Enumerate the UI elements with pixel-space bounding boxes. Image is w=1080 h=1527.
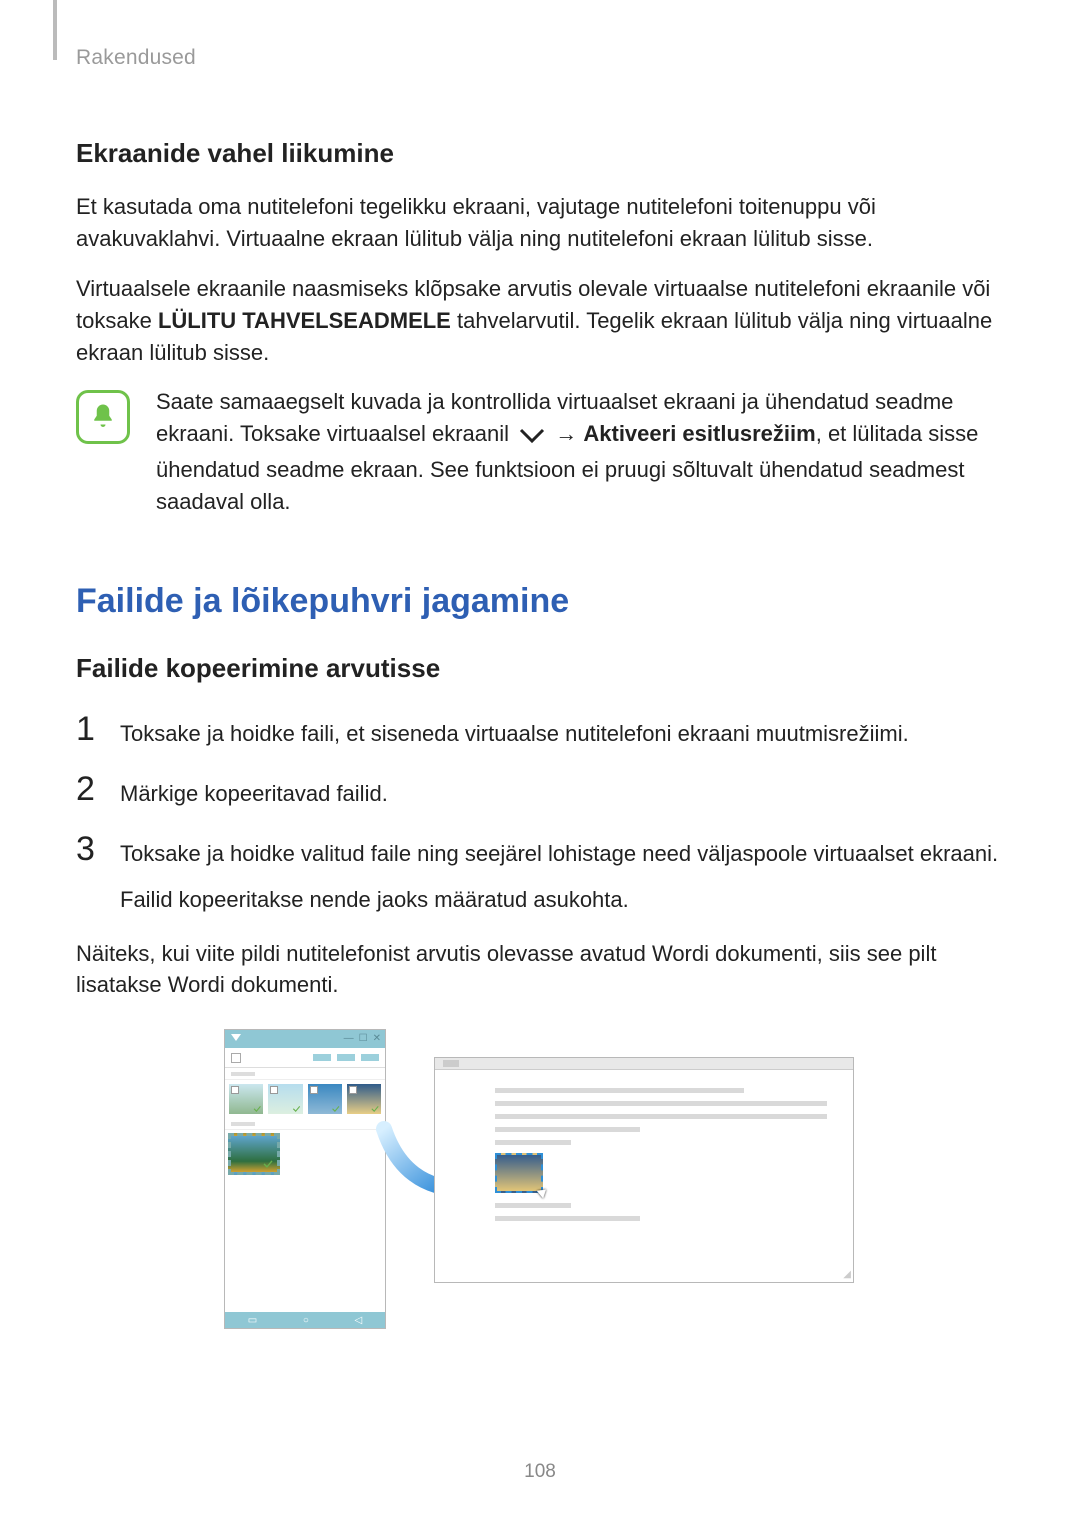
section-label: Rakendused bbox=[76, 46, 1004, 70]
note-block: Saate samaaegselt kuvada ja kontrollida … bbox=[76, 386, 1004, 518]
virtual-phone-window: —☐✕ ▭○◁ bbox=[224, 1029, 386, 1329]
dropped-image bbox=[495, 1153, 543, 1193]
step-2: 2 Märkige kopeeritavad failid. bbox=[76, 772, 1004, 810]
header-rule bbox=[53, 0, 57, 60]
paragraph-2-bold: LÜLITU TAHVELSEADMELE bbox=[158, 308, 451, 333]
phone-navbar: ▭○◁ bbox=[225, 1312, 385, 1328]
gallery-thumb bbox=[307, 1083, 343, 1115]
drag-drop-illustration: —☐✕ ▭○◁ bbox=[76, 1029, 1004, 1329]
page-content: Rakendused Ekraanide vahel liikumine Et … bbox=[0, 0, 1080, 1329]
doc-titlebar bbox=[435, 1058, 853, 1070]
phone-toolbar bbox=[225, 1048, 385, 1068]
step-text: Toksake ja hoidke faili, et siseneda vir… bbox=[120, 712, 909, 750]
paragraph-after-steps: Näiteks, kui viite pildi nutitelefonist … bbox=[76, 938, 1004, 1002]
step-text: Märkige kopeeritavad failid. bbox=[120, 772, 388, 810]
gallery-thumb bbox=[346, 1083, 382, 1115]
cursor-icon bbox=[537, 1186, 550, 1199]
phone-titlebar: —☐✕ bbox=[225, 1030, 385, 1048]
phone-section-label bbox=[225, 1118, 385, 1130]
resize-handle-icon: ◢ bbox=[843, 1269, 851, 1280]
step-number: 2 bbox=[76, 772, 102, 810]
gallery-thumb bbox=[228, 1083, 264, 1115]
selected-thumb bbox=[228, 1133, 280, 1175]
heading-file-sharing: Failide ja lõikepuhvri jagamine bbox=[76, 582, 1004, 621]
chevron-down-icon bbox=[519, 422, 545, 454]
document-window: ◢ bbox=[434, 1057, 854, 1283]
page-number: 108 bbox=[0, 1461, 1080, 1483]
step-3-sub: Failid kopeeritakse nende jaoks määratud… bbox=[120, 884, 998, 916]
step-3-main: Toksake ja hoidke valitud faile ning see… bbox=[120, 841, 998, 866]
thumbnail-row bbox=[225, 1080, 385, 1118]
step-1: 1 Toksake ja hoidke faili, et siseneda v… bbox=[76, 712, 1004, 750]
note-text: Saate samaaegselt kuvada ja kontrollida … bbox=[156, 386, 1004, 518]
window-buttons: —☐✕ bbox=[344, 1033, 381, 1044]
paragraph-2: Virtuaalsele ekraanile naasmiseks klõpsa… bbox=[76, 273, 1004, 369]
step-number: 1 bbox=[76, 712, 102, 750]
phone-section-label bbox=[225, 1068, 385, 1080]
bell-note-icon bbox=[76, 390, 130, 444]
step-3: 3 Toksake ja hoidke valitud faile ning s… bbox=[76, 832, 1004, 916]
gallery-thumb bbox=[267, 1083, 303, 1115]
subheading-copy-files: Failide kopeerimine arvutisse bbox=[76, 653, 1004, 684]
chevron-down-icon bbox=[231, 1034, 241, 1041]
checkbox-icon bbox=[231, 1053, 241, 1063]
step-text: Toksake ja hoidke valitud faile ning see… bbox=[120, 832, 998, 916]
heading-screen-switching: Ekraanide vahel liikumine bbox=[76, 138, 1004, 169]
doc-body bbox=[435, 1070, 853, 1237]
paragraph-1: Et kasutada oma nutitelefoni tegelikku e… bbox=[76, 191, 1004, 255]
note-arrow: → bbox=[555, 421, 577, 446]
note-bold: Aktiveeri esitlusrežiim bbox=[583, 421, 815, 446]
step-number: 3 bbox=[76, 832, 102, 916]
